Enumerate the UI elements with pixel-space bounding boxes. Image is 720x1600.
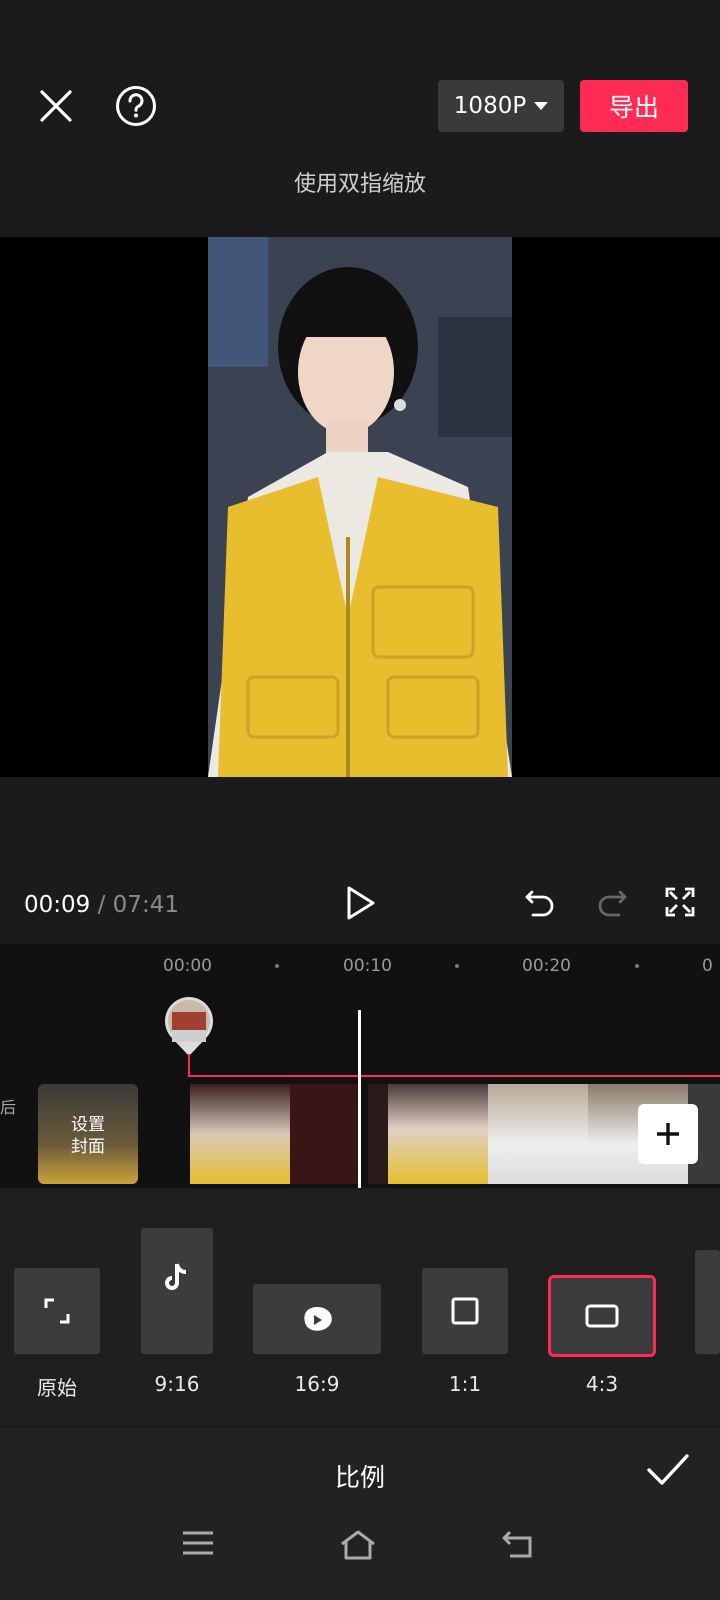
playhead[interactable] — [358, 1010, 361, 1188]
expand-corners-icon — [44, 1298, 70, 1324]
ratio-4-3-button[interactable] — [548, 1275, 656, 1357]
ratio-16-9-button[interactable] — [253, 1284, 381, 1354]
ratio-4-3-label: 4:3 — [585, 1372, 619, 1396]
set-cover-label: 设置 封面 — [38, 1114, 138, 1158]
resolution-label: 1080P — [453, 93, 527, 119]
ratio-more-button[interactable] — [695, 1250, 720, 1354]
pinch-zoom-hint: 使用双指缩放 — [293, 172, 426, 197]
redo-icon — [598, 890, 627, 917]
export-button[interactable]: 导出 — [580, 80, 688, 132]
ratio-options-bar: 原始 9:16 16:9 1:1 4:3 — [0, 1190, 720, 1426]
menu-icon — [183, 1531, 213, 1555]
video-frame-image — [208, 237, 512, 777]
redo-button[interactable] — [596, 886, 628, 918]
total-time: 07:41 — [112, 892, 179, 918]
ruler-dot — [455, 964, 459, 968]
tiktok-icon — [165, 1263, 187, 1290]
clip-thumbnail[interactable] — [190, 1084, 290, 1184]
clip-thumbnail[interactable] — [290, 1084, 358, 1184]
cover-marker[interactable] — [162, 994, 216, 1058]
nav-menu-button[interactable] — [180, 1528, 224, 1568]
clip-thumbnail[interactable] — [368, 1084, 388, 1184]
undo-icon — [525, 890, 554, 917]
top-bar: 1080P 导出 使用双指缩放 — [0, 0, 720, 236]
cover-pin-icon — [165, 997, 213, 1056]
ratio-1-1-label: 1:1 — [448, 1372, 482, 1396]
edge-label: 后 — [0, 1098, 17, 1117]
ratio-9-16-button[interactable] — [141, 1228, 213, 1354]
resolution-dropdown[interactable]: 1080P — [438, 80, 564, 132]
video-preview[interactable] — [0, 237, 720, 777]
track-connector — [188, 1054, 190, 1076]
ratio-1-1-button[interactable] — [422, 1268, 508, 1354]
youtube-icon — [304, 1307, 332, 1331]
close-button[interactable] — [36, 86, 76, 126]
track-indicator-line — [188, 1075, 720, 1077]
fullscreen-icon — [665, 887, 695, 917]
clip-thumbnail[interactable] — [388, 1084, 488, 1184]
time-display: 00:09 / 07:41 — [24, 892, 179, 918]
fullscreen-button[interactable] — [664, 886, 696, 918]
set-cover-button[interactable]: 设置 封面 — [38, 1084, 138, 1184]
plus-icon — [657, 1123, 679, 1145]
confirm-button[interactable] — [646, 1452, 690, 1488]
play-button[interactable] — [344, 884, 378, 922]
set-cover-label-line1: 设置 — [71, 1115, 105, 1135]
ruler-tick: 00:00 — [163, 956, 212, 976]
back-icon — [502, 1530, 532, 1558]
ruler-tick: 00:20 — [522, 956, 571, 976]
ruler-dot — [635, 964, 639, 968]
home-icon — [341, 1530, 375, 1560]
ruler-tick: 00:10 — [343, 956, 392, 976]
video-frame — [208, 237, 512, 777]
caret-down-icon — [534, 102, 549, 110]
clip-thumbnail[interactable] — [488, 1084, 588, 1184]
time-separator: / — [90, 892, 113, 918]
ratio-16-9-label: 16:9 — [294, 1372, 340, 1396]
timeline[interactable]: 00:00 00:10 00:20 0 后 设置 封面 — [0, 944, 720, 1188]
set-cover-label-line2: 封面 — [71, 1137, 105, 1157]
bottom-panel: 比例 — [0, 1428, 720, 1600]
play-icon — [347, 886, 375, 920]
square-icon — [451, 1297, 479, 1325]
ruler-dot — [275, 964, 279, 968]
add-clip-button[interactable] — [638, 1104, 698, 1164]
ruler-tick-partial: 0 — [702, 956, 713, 976]
checkmark-icon — [647, 1454, 689, 1485]
current-time: 00:09 — [24, 892, 91, 918]
ratio-original-label: 原始 — [37, 1376, 77, 1400]
undo-button[interactable] — [524, 886, 556, 918]
ratio-9-16-label: 9:16 — [154, 1372, 200, 1396]
close-icon — [40, 90, 72, 122]
help-icon — [116, 86, 156, 126]
ratio-original-button[interactable] — [14, 1268, 100, 1354]
panel-title: 比例 — [334, 1463, 385, 1492]
rect-icon — [585, 1304, 619, 1328]
help-button[interactable] — [114, 84, 158, 128]
nav-back-button[interactable] — [500, 1528, 544, 1568]
nav-home-button[interactable] — [338, 1528, 382, 1568]
